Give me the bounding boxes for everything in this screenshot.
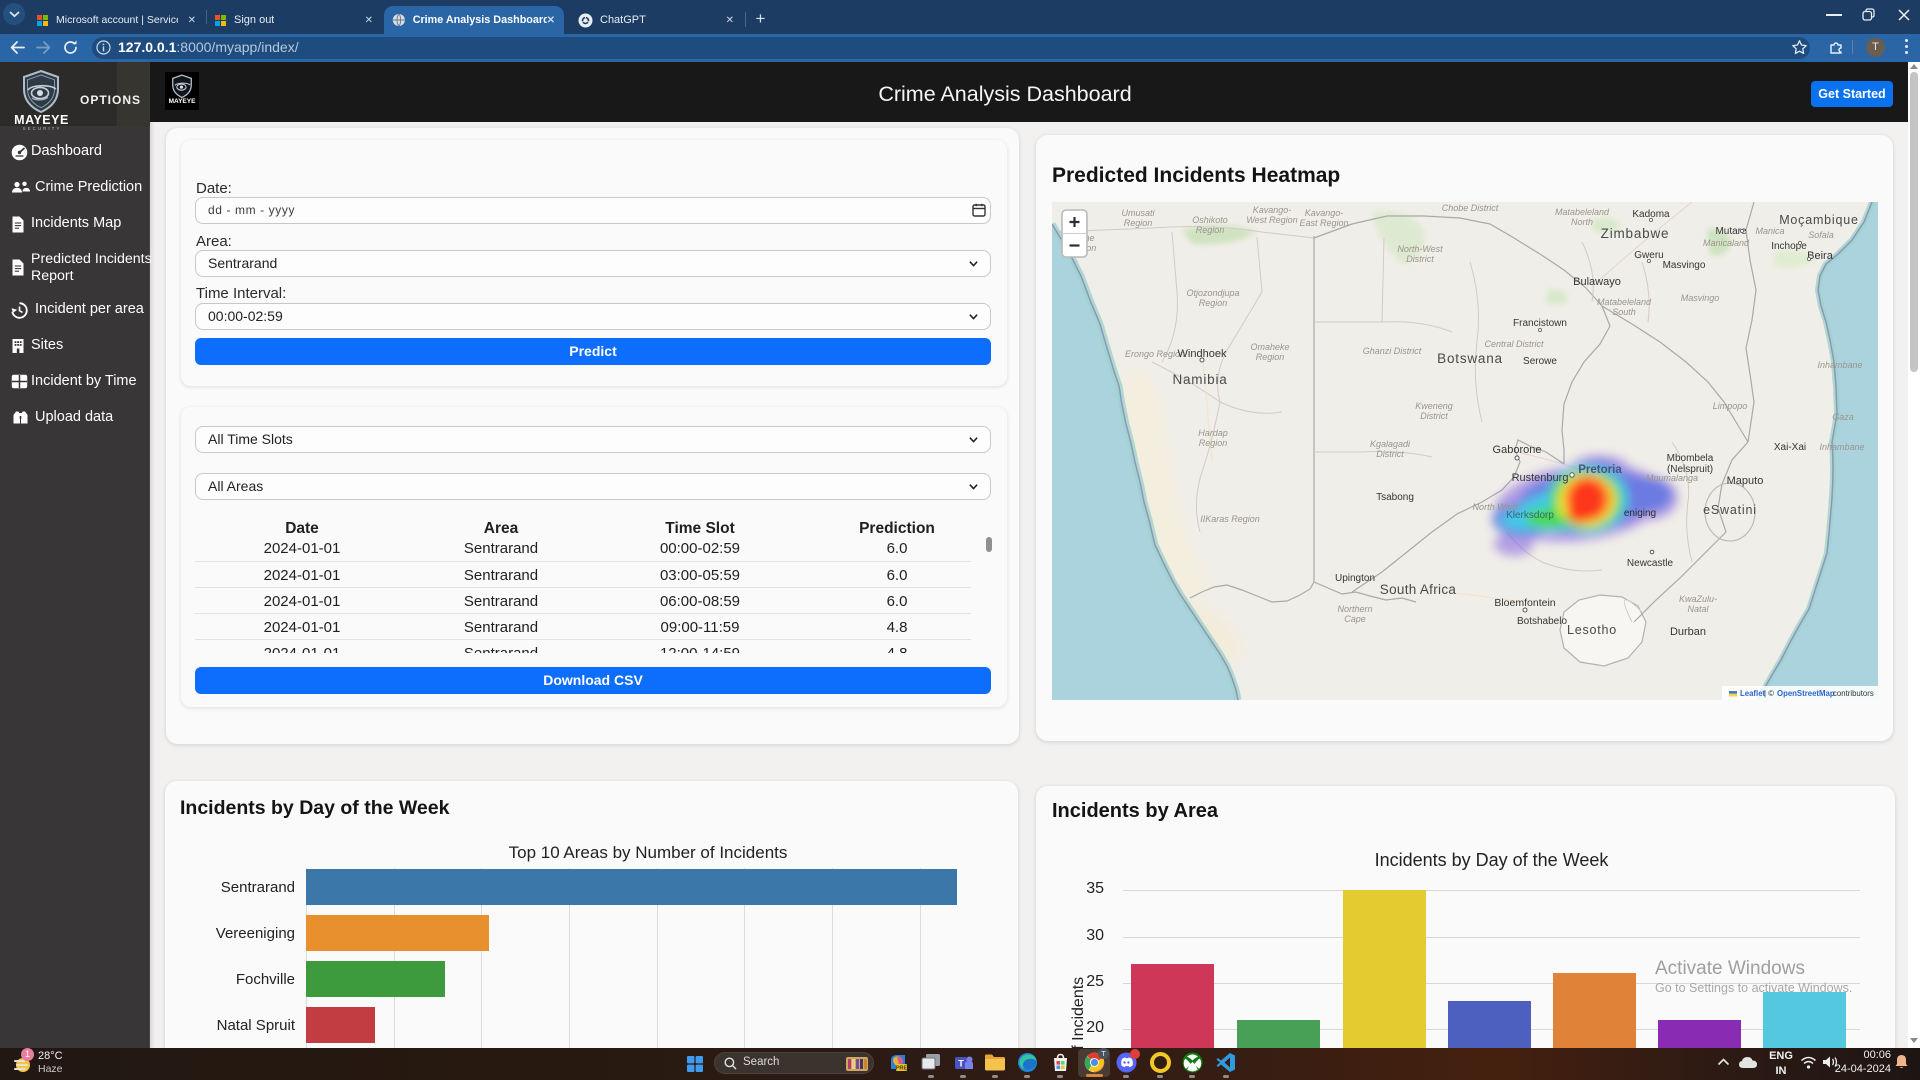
svg-text:Omaheke: Omaheke <box>1250 342 1289 352</box>
svg-text:Limpopo: Limpopo <box>1713 401 1748 411</box>
svg-text:PRE: PRE <box>896 1066 908 1072</box>
svg-text:Central District: Central District <box>1484 339 1544 349</box>
svg-text:Francistown: Francistown <box>1513 318 1567 329</box>
svg-text:Natal: Natal <box>1687 604 1709 614</box>
svg-text:Region: Region <box>1199 298 1228 308</box>
svg-text:Oshikoto: Oshikoto <box>1192 215 1228 225</box>
svg-text:Inhambane: Inhambane <box>1817 360 1862 370</box>
svg-text:Kgalagadi: Kgalagadi <box>1370 439 1411 449</box>
svg-text:Klerksdorp: Klerksdorp <box>1506 510 1554 521</box>
svg-text:Matabeleland: Matabeleland <box>1597 297 1652 307</box>
svg-text:Zimbabwe: Zimbabwe <box>1601 226 1670 241</box>
svg-text:District: District <box>1376 449 1404 459</box>
svg-text:Cape: Cape <box>1344 614 1366 624</box>
svg-text:Upington: Upington <box>1335 573 1375 584</box>
svg-text:Manicaland: Manicaland <box>1703 238 1750 248</box>
svg-text:IIKaras Region: IIKaras Region <box>1200 514 1260 524</box>
svg-text:Durban: Durban <box>1670 626 1706 638</box>
svg-text:OpenStreetMap: OpenStreetMap <box>1777 689 1835 698</box>
svg-text:Region: Region <box>1256 352 1285 362</box>
svg-text:South Africa: South Africa <box>1380 582 1457 597</box>
svg-text:Bulawayo: Bulawayo <box>1573 276 1621 288</box>
svg-text:Maputo: Maputo <box>1727 475 1764 487</box>
svg-text:Masvingo: Masvingo <box>1663 260 1706 271</box>
svg-text:Bloemfontein: Bloemfontein <box>1494 597 1555 609</box>
svg-text:Rustenburg: Rustenburg <box>1512 472 1569 484</box>
svg-text:Leaflet: Leaflet <box>1740 689 1766 698</box>
svg-text:Northern: Northern <box>1337 604 1372 614</box>
svg-text:| ©: | © <box>1764 689 1774 698</box>
svg-text:Umusati: Umusati <box>1121 208 1155 218</box>
svg-text:eniging: eniging <box>1624 508 1656 519</box>
svg-text:East Region: East Region <box>1299 218 1348 228</box>
svg-text:Kavango-: Kavango- <box>1253 205 1292 215</box>
svg-text:Inhambane: Inhambane <box>1819 442 1864 452</box>
svg-text:Masvingo: Masvingo <box>1681 293 1720 303</box>
svg-text:District: District <box>1406 254 1434 264</box>
svg-text:South: South <box>1612 307 1636 317</box>
svg-text:Region: Region <box>1199 438 1228 448</box>
svg-text:Kweneng: Kweneng <box>1415 401 1453 411</box>
svg-text:Sofala: Sofala <box>1808 230 1834 240</box>
svg-text:Hardap: Hardap <box>1198 428 1228 438</box>
svg-text:Xai-Xai: Xai-Xai <box>1774 442 1806 453</box>
svg-text:Erongo Region: Erongo Region <box>1125 349 1185 359</box>
svg-text:KwaZulu-: KwaZulu- <box>1679 594 1717 604</box>
svg-text:contributors: contributors <box>1833 689 1874 698</box>
svg-text:Matabeleland: Matabeleland <box>1555 207 1610 217</box>
svg-text:Gaborone: Gaborone <box>1493 444 1542 456</box>
svg-text:Newcastle: Newcastle <box>1627 558 1674 569</box>
svg-text:West Region: West Region <box>1246 215 1297 225</box>
svg-text:Serowe: Serowe <box>1523 356 1557 367</box>
svg-text:Kavango-: Kavango- <box>1305 208 1344 218</box>
svg-text:Pretoria: Pretoria <box>1578 464 1622 476</box>
svg-text:Beira: Beira <box>1807 250 1834 262</box>
svg-text:Botshabelo: Botshabelo <box>1517 616 1567 627</box>
svg-text:eSwatini: eSwatini <box>1703 503 1757 517</box>
svg-text:Gaza: Gaza <box>1832 412 1854 422</box>
svg-text:T: T <box>958 1059 964 1069</box>
svg-text:Botswana: Botswana <box>1437 351 1503 366</box>
svg-text:Namibia: Namibia <box>1172 372 1227 387</box>
svg-text:Region: Region <box>1124 218 1153 228</box>
svg-text:Lesotho: Lesotho <box>1567 623 1617 637</box>
svg-text:Manica: Manica <box>1755 226 1784 236</box>
svg-text:Moçambique: Moçambique <box>1779 213 1859 227</box>
svg-text:Chobe District: Chobe District <box>1442 203 1499 213</box>
svg-text:Otjozondjupa: Otjozondjupa <box>1186 288 1239 298</box>
svg-text:District: District <box>1420 411 1448 421</box>
svg-text:North: North <box>1571 217 1593 227</box>
svg-text:North-West: North-West <box>1397 244 1443 254</box>
svg-text:Region: Region <box>1196 225 1225 235</box>
svg-text:Ghanzi District: Ghanzi District <box>1363 346 1422 356</box>
svg-text:(Nelspruit): (Nelspruit) <box>1667 464 1713 475</box>
svg-text:Mbombela: Mbombela <box>1667 453 1714 464</box>
svg-text:Tsabong: Tsabong <box>1376 492 1414 503</box>
